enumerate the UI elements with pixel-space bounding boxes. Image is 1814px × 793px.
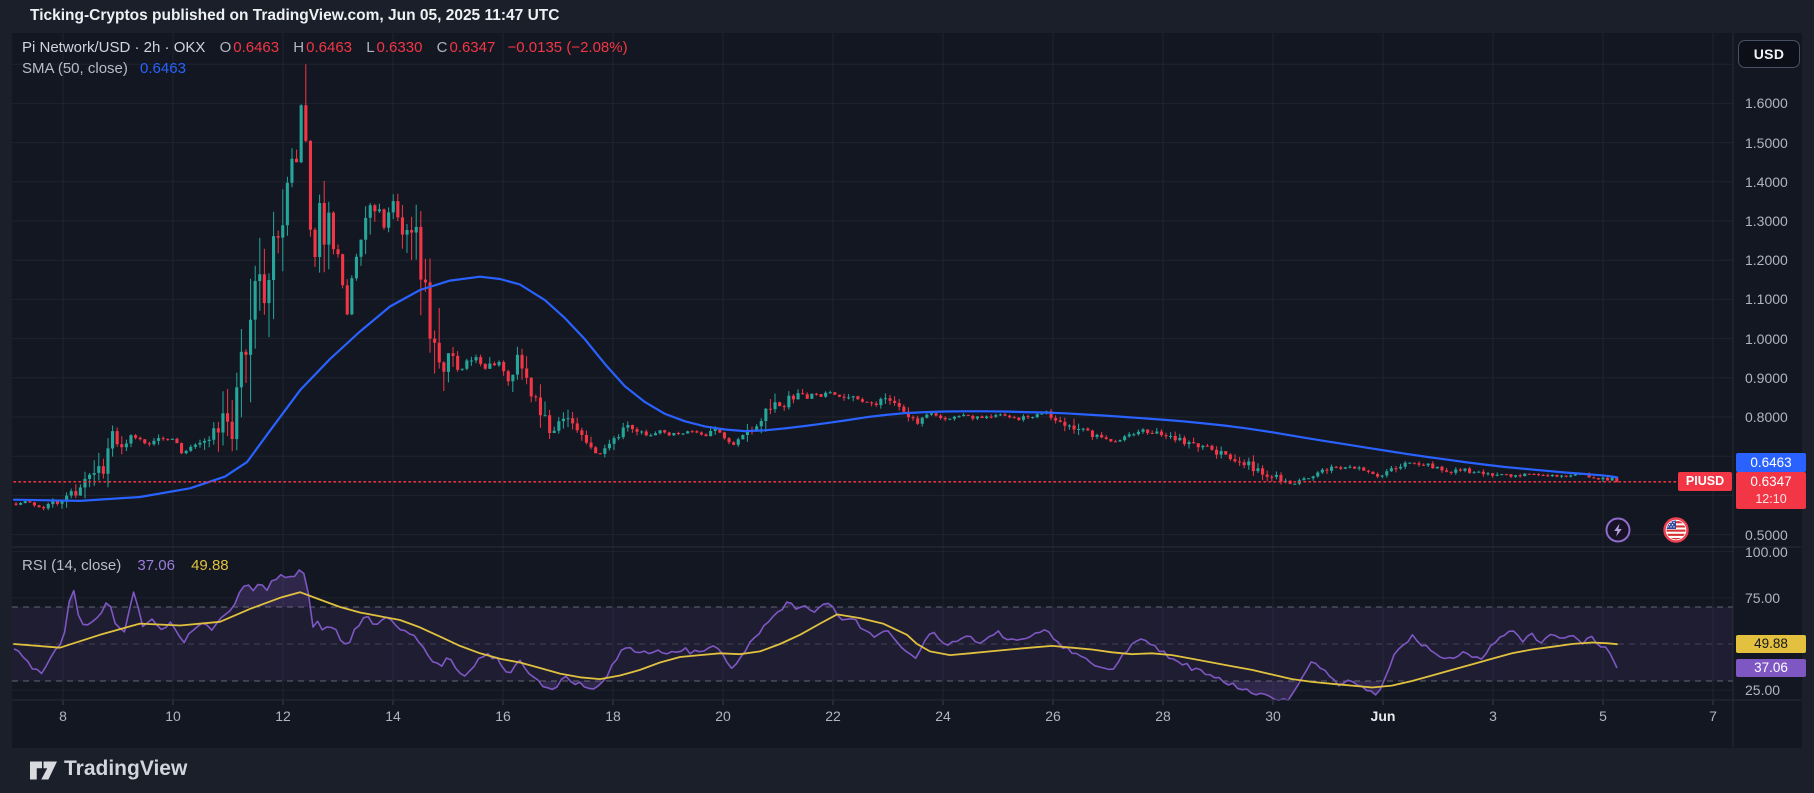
time-axis-label: 10: [165, 708, 181, 724]
rsi-badge: 37.06: [1736, 659, 1806, 677]
rsi-label: RSI (14, close): [22, 557, 121, 574]
sma-price-badge: 0.6463: [1736, 453, 1806, 472]
time-axis-label: 18: [605, 708, 621, 724]
last-price-value: 0.6347: [1736, 472, 1806, 491]
event-us-flag-icon[interactable]: [1663, 517, 1689, 543]
time-axis-label: 12: [275, 708, 291, 724]
time-axis-label: 20: [715, 708, 731, 724]
symbol-title: Pi Network/USD · 2h · OKX: [22, 39, 205, 56]
close-label: C: [437, 39, 448, 56]
time-axis-label: 14: [385, 708, 401, 724]
time-axis-label: 30: [1265, 708, 1281, 724]
rsi-ma-value: 49.88: [191, 557, 229, 574]
sma-legend[interactable]: SMA (50, close) 0.6463: [22, 60, 186, 78]
price-axis-label: 1.1000: [1745, 291, 1788, 307]
time-axis-label: 7: [1709, 708, 1717, 724]
price-axis-label: 0.9000: [1745, 370, 1788, 386]
publish-line: Ticking-Cryptos published on TradingView…: [30, 7, 559, 25]
time-axis-label: 8: [59, 708, 67, 724]
last-price-badge: 0.6347 12:10: [1736, 472, 1806, 509]
time-axis-label: 5: [1599, 708, 1607, 724]
price-axis-label: 1.4000: [1745, 174, 1788, 190]
price-axis-label: 1.3000: [1745, 213, 1788, 229]
price-axis-label: 1.2000: [1745, 252, 1788, 268]
price-axis-label: 0.5000: [1745, 527, 1788, 543]
time-axis-label: 3: [1489, 708, 1497, 724]
time-axis-label: 16: [495, 708, 511, 724]
rsi-axis-label: 75.00: [1745, 590, 1780, 606]
sma-value: 0.6463: [140, 60, 186, 77]
tradingview-brand[interactable]: TradingView: [64, 757, 187, 781]
rsi-legend[interactable]: RSI (14, close) 37.06 49.88: [22, 557, 229, 575]
price-axis-label: 1.0000: [1745, 331, 1788, 347]
price-axis-label: 0.8000: [1745, 409, 1788, 425]
snapshot-page: Ticking-Cryptos published on TradingView…: [0, 0, 1814, 793]
symbol-legend[interactable]: Pi Network/USD · 2h · OKX O0.6463 H0.646…: [22, 39, 628, 57]
price-axis-label: 1.6000: [1745, 95, 1788, 111]
event-lightning-icon[interactable]: [1605, 517, 1631, 543]
change-value: −0.0135 (−2.08%): [508, 39, 628, 56]
low-value: 0.6330: [377, 39, 423, 56]
sma-label: SMA (50, close): [22, 60, 128, 77]
currency-usd-button[interactable]: USD: [1738, 40, 1800, 68]
time-axis-label: Jun: [1371, 708, 1396, 724]
open-label: O: [220, 39, 232, 56]
high-label: H: [293, 39, 304, 56]
chart-canvas[interactable]: [0, 0, 1814, 793]
rsi-ma-badge: 49.88: [1736, 635, 1806, 653]
high-value: 0.6463: [306, 39, 352, 56]
symbol-price-tag: PIUSD: [1678, 472, 1732, 491]
bar-countdown: 12:10: [1736, 491, 1806, 509]
price-axis-label: 1.5000: [1745, 135, 1788, 151]
tradingview-logo-icon[interactable]: [30, 760, 57, 784]
low-label: L: [366, 39, 374, 56]
time-axis-label: 28: [1155, 708, 1171, 724]
rsi-axis-label: 25.00: [1745, 682, 1780, 698]
rsi-value: 37.06: [137, 557, 175, 574]
time-axis-label: 26: [1045, 708, 1061, 724]
time-axis-label: 24: [935, 708, 951, 724]
open-value: 0.6463: [233, 39, 279, 56]
time-axis-label: 22: [825, 708, 841, 724]
close-value: 0.6347: [449, 39, 495, 56]
rsi-axis-label: 100.00: [1745, 544, 1788, 560]
